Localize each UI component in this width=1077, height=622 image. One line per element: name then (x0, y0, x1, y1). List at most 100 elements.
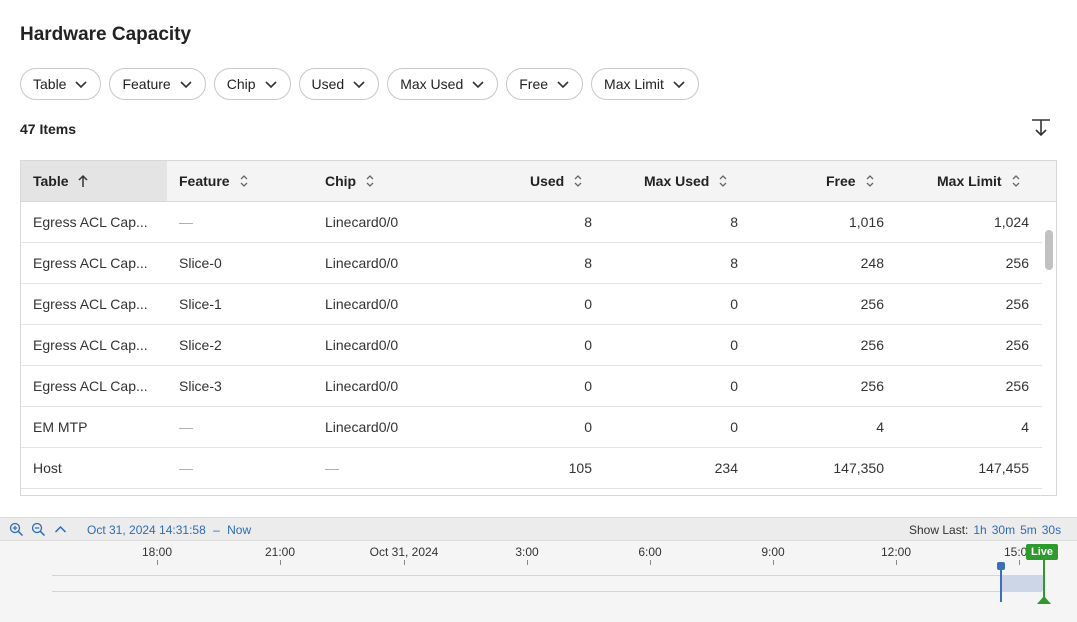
cell-chip: Linecard0/0 (325, 214, 399, 230)
filter-used[interactable]: Used (298, 68, 380, 100)
show-last-30s[interactable]: 30s (1042, 523, 1061, 537)
cell-feature: Slice-2 (179, 337, 222, 353)
tick-mark (157, 560, 158, 565)
column-header-used[interactable]: Used (530, 161, 584, 201)
timeline-track-bottom (52, 591, 1042, 592)
range-end: Now (227, 523, 252, 537)
chevron-up-icon[interactable] (53, 522, 68, 537)
cell-max-used: 8 (730, 214, 738, 230)
cell-chip: Linecard0/0 (325, 255, 399, 271)
table-row[interactable]: Egress ACL Cap... Slice-3 Linecard0/0 0 … (21, 366, 1042, 407)
scrollbar-thumb[interactable] (1045, 230, 1053, 270)
cell-max-limit: 256 (1005, 337, 1029, 353)
filter-feature[interactable]: Feature (109, 68, 206, 100)
column-header-chip[interactable]: Chip (325, 161, 376, 201)
cell-max-used: 0 (730, 337, 738, 353)
cell-feature: Slice-3 (179, 378, 222, 394)
filter-chip[interactable]: Chip (213, 68, 291, 100)
column-header-table[interactable]: Table (21, 161, 167, 201)
arrow-up-icon (78, 174, 88, 187)
range-start-knob[interactable] (997, 562, 1005, 570)
chevron-down-icon (673, 81, 685, 89)
zoom-in-icon[interactable] (9, 522, 24, 537)
tick-mark (773, 560, 774, 565)
show-last-5m[interactable]: 5m (1020, 523, 1037, 537)
sort-icon (574, 175, 582, 187)
table-row[interactable]: Host — — 105 234 147,350 147,455 (21, 448, 1042, 489)
table-row[interactable]: Egress ACL Cap... Slice-2 Linecard0/0 0 … (21, 325, 1042, 366)
zoom-out-icon[interactable] (31, 522, 46, 537)
cell-free: 256 (860, 296, 884, 312)
table-row[interactable]: Egress ACL Cap... Slice-1 Linecard0/0 0 … (21, 284, 1042, 325)
time-range[interactable]: Oct 31, 2024 14:31:58 – Now (87, 523, 251, 537)
cell-free: 256 (860, 378, 884, 394)
tick-label: 3:00 (515, 545, 539, 559)
sort-icon (719, 175, 727, 187)
timeline-track-top (52, 575, 1042, 576)
column-header-free[interactable]: Free (826, 161, 876, 201)
cell-chip: Linecard0/0 (325, 296, 399, 312)
column-label: Chip (325, 173, 357, 189)
table-header: Table Feature Chip Used Max Used Free Ma… (21, 161, 1056, 202)
filter-label: Max Used (400, 76, 464, 92)
show-last-label: Show Last: (909, 523, 969, 537)
cell-used: 105 (568, 460, 592, 476)
sort-icon (1012, 175, 1020, 187)
live-marker-handle[interactable] (1037, 596, 1051, 604)
cell-max-used: 234 (714, 460, 738, 476)
sort-icon (240, 175, 248, 187)
cell-used: 8 (584, 255, 592, 271)
cell-table: Egress ACL Cap... (33, 337, 148, 353)
show-last-1h[interactable]: 1h (973, 523, 986, 537)
table-row[interactable]: EM MTP — Linecard0/0 0 0 4 4 (21, 407, 1042, 448)
cell-used: 0 (584, 378, 592, 394)
cell-max-limit: 256 (1005, 296, 1029, 312)
column-header-max-limit[interactable]: Max Limit (937, 161, 1022, 201)
cell-table: Egress ACL Cap... (33, 296, 148, 312)
filter-free[interactable]: Free (506, 68, 584, 100)
table-row[interactable]: Egress ACL Cap... — Linecard0/0 8 8 1,01… (21, 202, 1042, 243)
chevron-down-icon (472, 81, 484, 89)
cell-table: Egress ACL Cap... (33, 378, 148, 394)
live-badge[interactable]: Live (1026, 544, 1059, 560)
cell-feature: Slice-1 (179, 296, 222, 312)
range-start-handle[interactable] (1000, 566, 1002, 602)
cell-table: Host (33, 460, 62, 476)
column-header-feature[interactable]: Feature (179, 161, 250, 201)
filter-max-limit[interactable]: Max Limit (591, 68, 699, 100)
filter-bar: Table Feature Chip Used Max Used Free Ma… (20, 68, 699, 100)
cell-feature: Slice-0 (179, 255, 222, 271)
tick-label: 12:00 (880, 545, 912, 559)
download-icon[interactable] (1030, 117, 1052, 139)
show-last-30m[interactable]: 30m (992, 523, 1015, 537)
cell-free: 256 (860, 337, 884, 353)
column-label: Free (826, 173, 856, 189)
filter-table[interactable]: Table (20, 68, 102, 100)
table-row[interactable]: Egress ACL Cap... Slice-0 Linecard0/0 8 … (21, 243, 1042, 284)
cell-max-limit: 256 (1005, 255, 1029, 271)
sort-icon (866, 175, 874, 187)
page-title: Hardware Capacity (20, 24, 192, 45)
cell-max-limit: 256 (1005, 378, 1029, 394)
chevron-down-icon (353, 81, 365, 89)
chevron-down-icon (557, 81, 569, 89)
timeline-panel: Oct 31, 2024 14:31:58 – Now Show Last: 1… (0, 517, 1077, 622)
tick-mark (527, 560, 528, 565)
cell-max-limit: 4 (1021, 419, 1029, 435)
column-header-max-used[interactable]: Max Used (644, 161, 729, 201)
cell-feature: — (179, 460, 193, 476)
filter-label: Feature (122, 76, 171, 92)
table-scrollbar[interactable] (1042, 202, 1056, 495)
cell-used: 0 (584, 419, 592, 435)
range-separator: – (213, 523, 220, 537)
tick-label: Oct 31, 2024 (369, 545, 439, 559)
cell-max-used: 0 (730, 296, 738, 312)
cell-chip: Linecard0/0 (325, 378, 399, 394)
selected-range[interactable] (1001, 575, 1044, 591)
tick-mark (404, 560, 405, 565)
cell-feature: — (179, 214, 193, 230)
chevron-down-icon (264, 81, 277, 89)
cell-feature: — (179, 419, 193, 435)
cell-max-limit: 1,024 (993, 214, 1029, 230)
filter-max-used[interactable]: Max Used (387, 68, 499, 100)
